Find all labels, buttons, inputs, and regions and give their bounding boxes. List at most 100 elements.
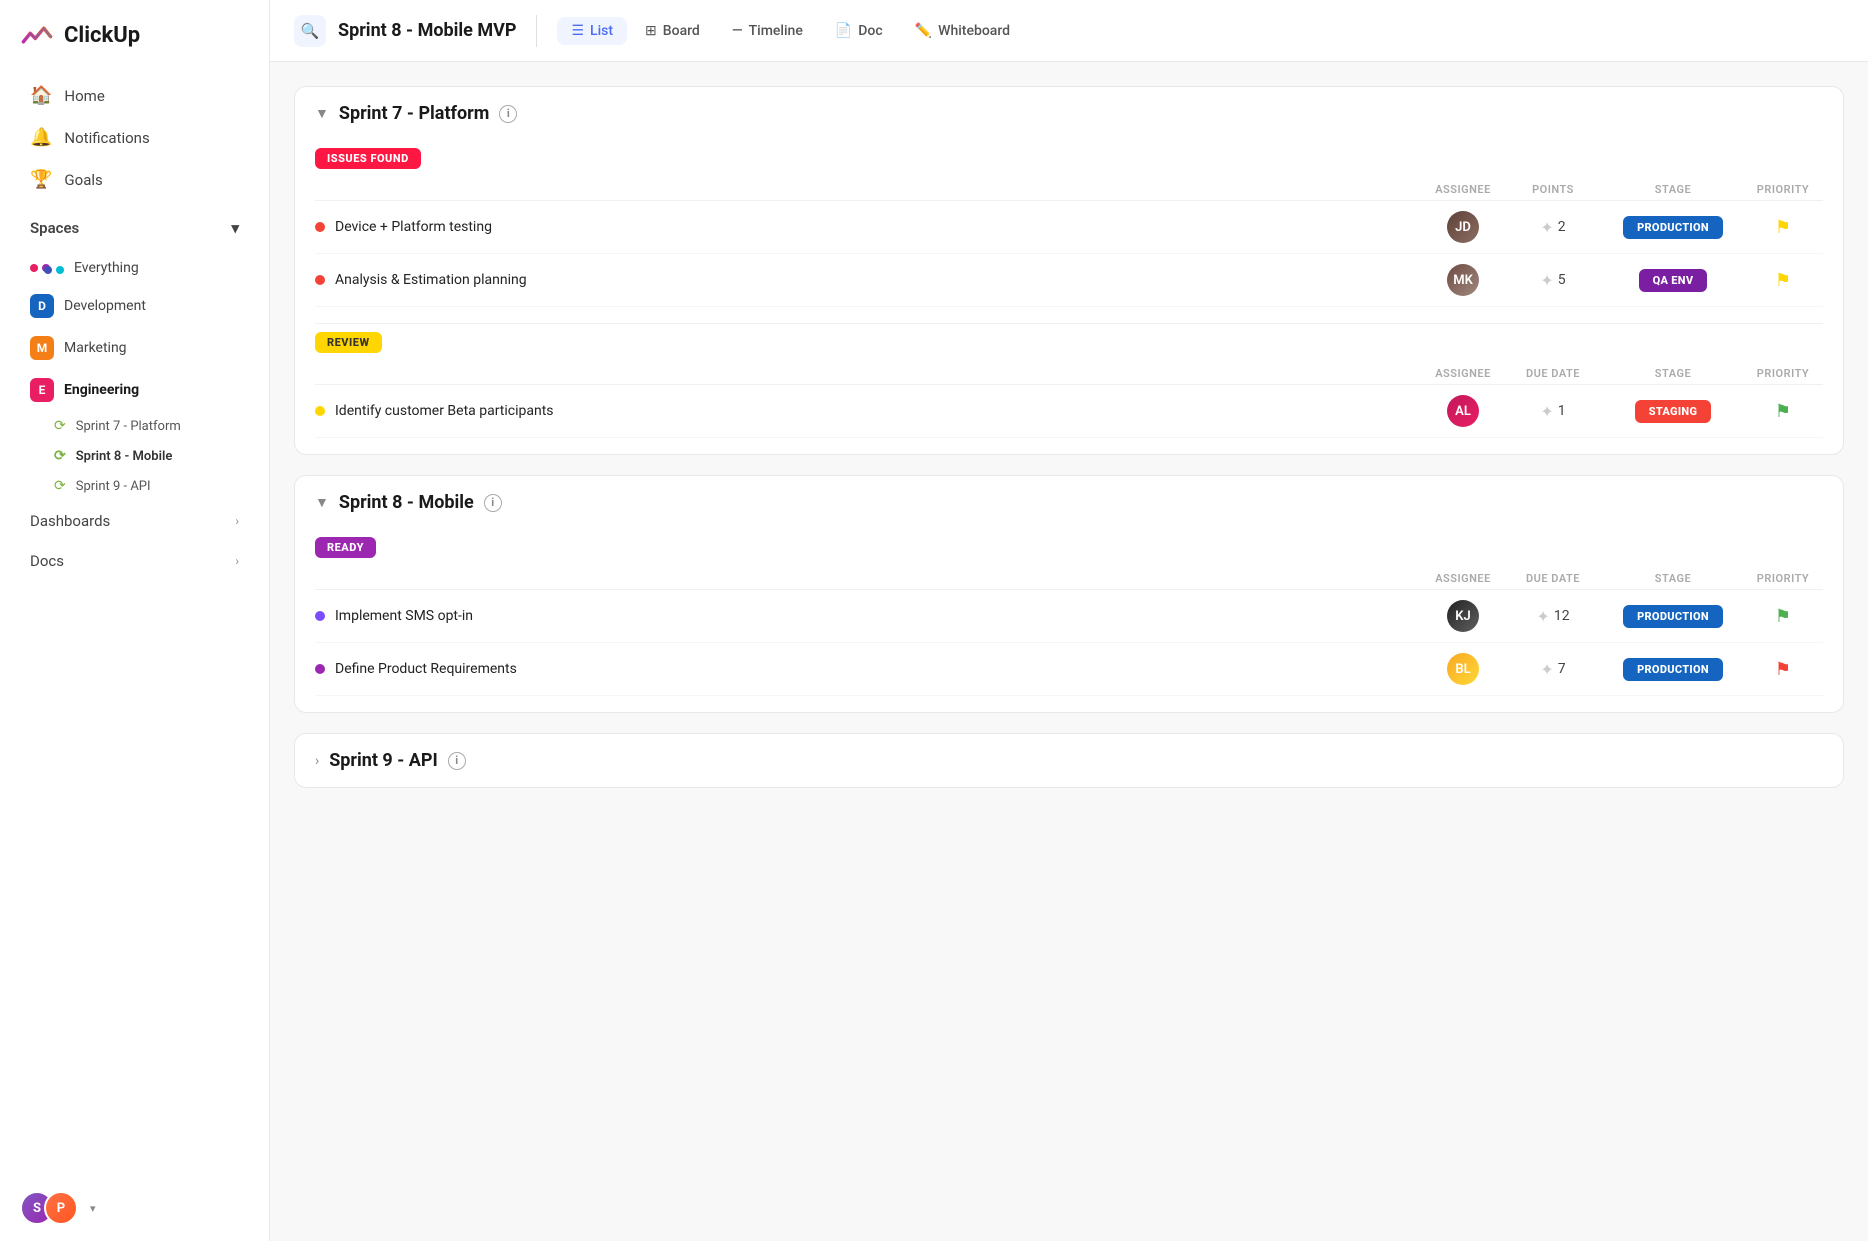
task-dot [315,275,325,285]
sprint9-collapse-icon: › [315,753,319,769]
th-duedate-2: DUE DATE [1503,572,1603,585]
sidebar-item-sprint7[interactable]: ⟳ Sprint 7 - Platform [8,412,261,440]
sidebar-item-notifications[interactable]: 🔔 Notifications [8,117,261,158]
th-duedate-1: DUE DATE [1503,367,1603,380]
sidebar-item-sprint8[interactable]: ⟳ Sprint 8 - Mobile [8,442,261,470]
priority-cell: ⚑ [1743,270,1823,291]
th-priority-3: PRIORITY [1743,572,1823,585]
sprint7-header[interactable]: ▼ Sprint 7 - Platform i [295,87,1843,140]
sprint8-info-icon[interactable]: i [484,494,502,512]
user-dropdown-icon[interactable]: ▾ [90,1202,96,1215]
review-badge: REVIEW [315,332,382,353]
avatar: AL [1447,395,1479,427]
header-nav: ☰ List ⊞ Board — Timeline 📄 Doc ✏️ White… [557,17,1024,45]
priority-flag-icon: ⚑ [1775,401,1791,422]
sprint9-header[interactable]: › Sprint 9 - API i [295,734,1843,787]
stage-cell: QA ENV [1603,269,1743,292]
avatar-p: P [44,1191,78,1225]
task-row[interactable]: Identify customer Beta participants AL ✦… [315,385,1823,438]
content-area: ▼ Sprint 7 - Platform i ISSUES FOUND ASS… [270,62,1868,1241]
chevron-down-icon: ▾ [231,219,239,237]
stage-badge: STAGING [1635,400,1712,423]
tab-list[interactable]: ☰ List [557,17,627,45]
th-empty3 [315,572,1423,585]
stage-badge: PRODUCTION [1623,216,1723,239]
sprint8-title: Sprint 8 - Mobile [339,492,474,513]
spaces-label: Spaces [30,219,79,237]
stage-cell: STAGING [1603,400,1743,423]
dashboards-chevron-icon: › [235,514,239,528]
points-cell: ✦ 7 [1503,660,1603,679]
task-name: Implement SMS opt-in [335,608,473,624]
sidebar-item-development[interactable]: D Development [8,286,261,326]
sidebar-item-development-label: Development [64,298,146,314]
tab-timeline-label: Timeline [749,23,803,39]
tab-doc-label: Doc [858,23,882,39]
task-row[interactable]: Analysis & Estimation planning MK ✦ 5 QA… [315,254,1823,307]
sprint7-title: Sprint 7 - Platform [339,103,489,124]
th-assignee-2: ASSIGNEE [1423,367,1503,380]
page-title: Sprint 8 - Mobile MVP [338,20,516,41]
sidebar-item-docs[interactable]: Docs › [8,542,261,580]
points-icon: ✦ [1540,660,1553,679]
sidebar-item-home-label: Home [64,87,104,105]
th-priority-1: PRIORITY [1743,183,1823,196]
user-avatars[interactable]: S P [20,1191,78,1225]
sprint7-review-header: ASSIGNEE DUE DATE STAGE PRIORITY [315,363,1823,385]
th-empty2 [315,367,1423,380]
task-name: Device + Platform testing [335,219,492,235]
tab-whiteboard[interactable]: ✏️ Whiteboard [901,17,1024,45]
points-value: 1 [1558,403,1566,419]
points-icon: ✦ [1540,218,1553,237]
avatar: MK [1447,264,1479,296]
task-dot [315,406,325,416]
sidebar-item-sprint9[interactable]: ⟳ Sprint 9 - API [8,472,261,500]
th-stage-3: STAGE [1603,572,1743,585]
sprint8-icon: ⟳ [54,448,66,464]
stage-badge: PRODUCTION [1623,605,1723,628]
sprint8-collapse-icon: ▼ [315,494,329,511]
stage-badge: PRODUCTION [1623,658,1723,681]
sidebar-item-everything[interactable]: Everything [8,252,261,284]
issues-badge: ISSUES FOUND [315,148,421,169]
sidebar-item-home[interactable]: 🏠 Home [8,75,261,116]
task-row[interactable]: Device + Platform testing JD ✦ 2 PRODUCT… [315,201,1823,254]
tab-doc[interactable]: 📄 Doc [821,17,897,45]
sprint9-icon: ⟳ [54,478,66,494]
header-search-icon[interactable]: 🔍 [294,15,326,47]
priority-flag-icon: ⚑ [1775,217,1791,238]
stage-badge: QA ENV [1639,269,1708,292]
points-icon: ✦ [1540,402,1553,421]
tab-timeline[interactable]: — Timeline [718,17,817,45]
dashboards-label: Dashboards [30,512,110,530]
sprint7-collapse-icon: ▼ [315,105,329,122]
points-value: 5 [1558,272,1566,288]
task-name: Define Product Requirements [335,661,517,677]
sprint7-icon: ⟳ [54,418,66,434]
sidebar-item-engineering[interactable]: E Engineering [8,370,261,410]
sprint8-card: ▼ Sprint 8 - Mobile i READY ASSIGNEE DUE… [294,475,1844,713]
tab-board[interactable]: ⊞ Board [631,17,714,45]
sprint8-header[interactable]: ▼ Sprint 8 - Mobile i [295,476,1843,529]
avatar: JD [1447,211,1479,243]
sprint7-info-icon[interactable]: i [499,105,517,123]
sprint9-info-icon[interactable]: i [448,752,466,770]
task-row[interactable]: Implement SMS opt-in KJ ✦ 12 PRODUCTION … [315,590,1823,643]
sidebar-item-engineering-label: Engineering [64,382,139,398]
task-row[interactable]: Define Product Requirements BL ✦ 7 PRODU… [315,643,1823,696]
sidebar-item-marketing[interactable]: M Marketing [8,328,261,368]
sidebar-item-sprint9-label: Sprint 9 - API [76,479,151,494]
priority-flag-icon: ⚑ [1775,270,1791,291]
sidebar-item-goals[interactable]: 🏆 Goals [8,159,261,200]
spaces-section-header[interactable]: Spaces ▾ [8,209,261,247]
sprint7-issues-group: ISSUES FOUND ASSIGNEE POINTS STAGE PRIOR… [295,140,1843,323]
development-avatar: D [30,294,54,318]
sidebar-nav: 🏠 Home 🔔 Notifications 🏆 Goals [0,70,269,205]
sidebar-item-dashboards[interactable]: Dashboards › [8,502,261,540]
home-icon: 🏠 [30,85,52,106]
logo-area[interactable]: ClickUp [0,0,269,70]
doc-icon: 📄 [835,23,852,39]
task-name-cell: Analysis & Estimation planning [315,272,1423,288]
th-empty [315,183,1423,196]
sprint7-review-group: REVIEW ASSIGNEE DUE DATE STAGE PRIORITY … [295,324,1843,454]
